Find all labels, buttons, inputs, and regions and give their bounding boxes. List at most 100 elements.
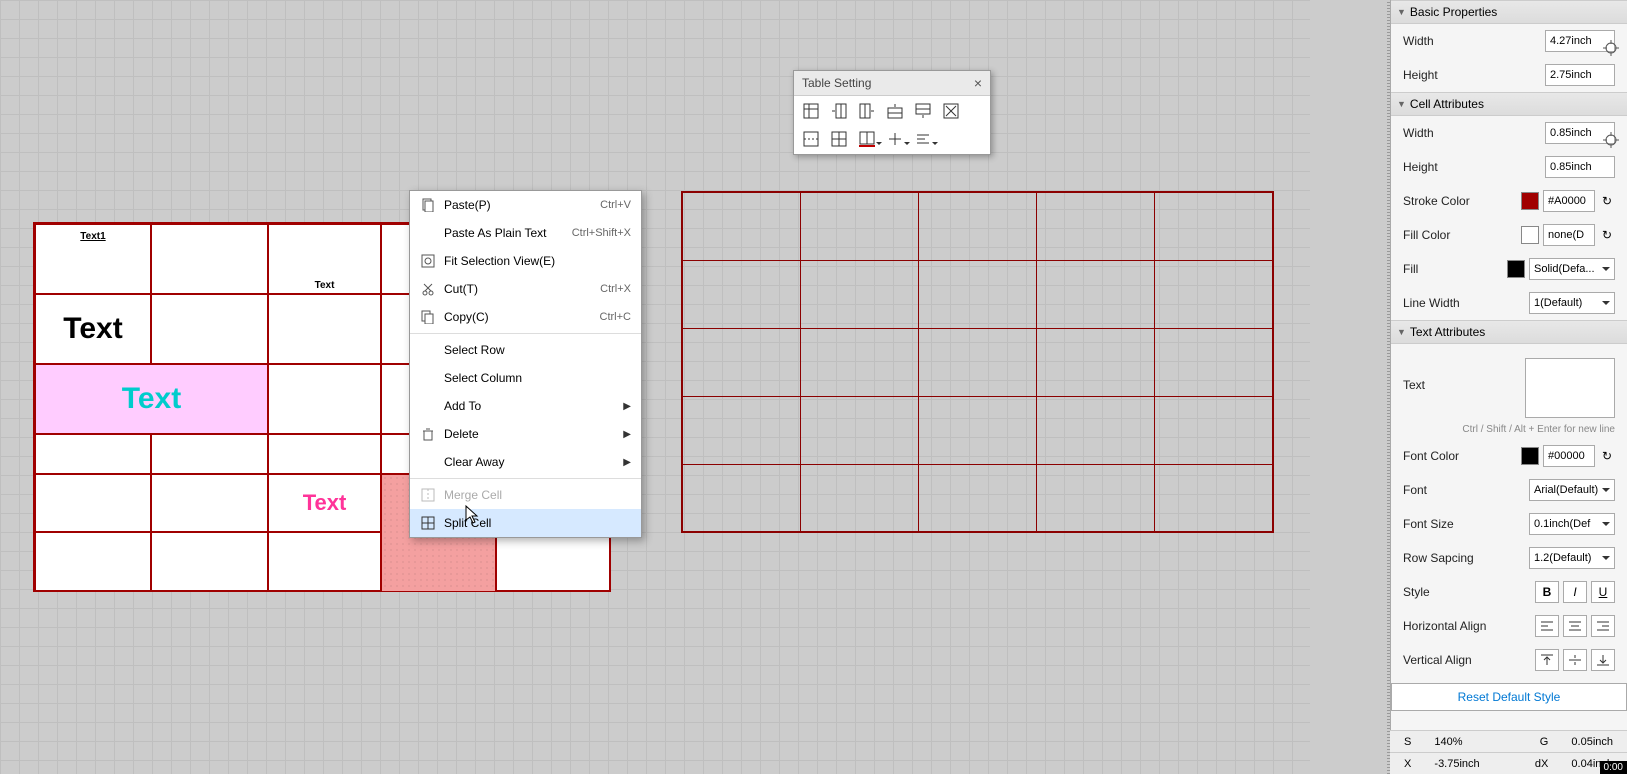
- target-icon[interactable]: [1601, 38, 1621, 58]
- font-color-input[interactable]: [1543, 445, 1595, 467]
- cell-r5c1[interactable]: [35, 474, 151, 532]
- status-row-bottom: X -3.75inch dX 0.04inch: [1390, 752, 1627, 774]
- cell-r2c1[interactable]: Text: [35, 294, 151, 364]
- refresh-icon[interactable]: ↻: [1599, 227, 1615, 243]
- collapse-icon: ▼: [1397, 327, 1406, 337]
- bold-button[interactable]: B: [1535, 581, 1559, 603]
- height-label: Height: [1403, 68, 1541, 82]
- cell-r5c2[interactable]: [151, 474, 268, 532]
- cm-copy[interactable]: Copy(C)Ctrl+C: [410, 303, 641, 331]
- properties-panel: ▼Basic Properties Width Height ▼Cell Att…: [1390, 0, 1627, 774]
- cell-r6c2[interactable]: [151, 532, 268, 592]
- cell-r5c3[interactable]: Text: [268, 474, 381, 532]
- split-icon: [420, 515, 436, 531]
- cell-r6c3[interactable]: [268, 532, 381, 592]
- cell-r3c3[interactable]: [268, 364, 381, 434]
- collapse-icon: ▼: [1397, 7, 1406, 17]
- fill-select[interactable]: Solid(Defa...: [1529, 258, 1615, 280]
- cell-attributes-header[interactable]: ▼Cell Attributes: [1391, 92, 1627, 116]
- row-spacing-select[interactable]: 1.2(Default): [1529, 547, 1615, 569]
- valign-icon[interactable]: [886, 130, 904, 148]
- basic-height-input[interactable]: [1545, 64, 1615, 86]
- cell-r1c2[interactable]: [151, 224, 268, 294]
- insert-row-above-icon[interactable]: [886, 102, 904, 120]
- halign-right-button[interactable]: [1591, 615, 1615, 637]
- cut-icon: [420, 281, 436, 297]
- cm-add-to[interactable]: Add To▶: [410, 392, 641, 420]
- cm-select-row[interactable]: Select Row: [410, 336, 641, 364]
- table-setting-body: [794, 96, 990, 154]
- border-color-icon[interactable]: [858, 130, 876, 148]
- insert-col-left-icon[interactable]: [830, 102, 848, 120]
- cell-r1c3[interactable]: Text: [268, 224, 381, 294]
- font-select[interactable]: Arial(Default): [1529, 479, 1615, 501]
- text-textarea[interactable]: [1525, 358, 1615, 418]
- time-badge: 0:00: [1600, 761, 1627, 774]
- split-cell-icon[interactable]: [830, 130, 848, 148]
- close-icon[interactable]: ×: [974, 75, 982, 91]
- trash-icon: [420, 426, 436, 442]
- chevron-right-icon: ▶: [623, 429, 631, 440]
- insert-table-icon[interactable]: [802, 102, 820, 120]
- merge-cells-icon[interactable]: [802, 130, 820, 148]
- reset-default-style-button[interactable]: Reset Default Style: [1391, 683, 1627, 711]
- halign-center-button[interactable]: [1563, 615, 1587, 637]
- cell-r2c3[interactable]: [268, 294, 381, 364]
- font-size-select[interactable]: 0.1inch(Def: [1529, 513, 1615, 535]
- merge-icon: [420, 487, 436, 503]
- cm-merge-cell: Merge Cell: [410, 481, 641, 509]
- fill-color-swatch[interactable]: [1521, 226, 1539, 244]
- cell-r2c2[interactable]: [151, 294, 268, 364]
- copy-icon: [420, 309, 436, 325]
- collapse-icon: ▼: [1397, 99, 1406, 109]
- fit-icon: [420, 253, 436, 269]
- valign-top-button[interactable]: [1535, 649, 1559, 671]
- font-color-swatch[interactable]: [1521, 447, 1539, 465]
- cm-split-cell[interactable]: Split Cell: [410, 509, 641, 537]
- cell-r4c2[interactable]: [151, 434, 268, 474]
- halign-icon[interactable]: [914, 130, 932, 148]
- cm-paste-plain[interactable]: Paste As Plain TextCtrl+Shift+X: [410, 219, 641, 247]
- line-width-select[interactable]: 1(Default): [1529, 292, 1615, 314]
- table-setting-panel[interactable]: Table Setting ×: [793, 70, 991, 155]
- status-row-top: S 140% G 0.05inch: [1390, 730, 1627, 752]
- paste-icon: [420, 197, 436, 213]
- context-menu[interactable]: Paste(P)Ctrl+V Paste As Plain TextCtrl+S…: [409, 190, 642, 538]
- delete-table-icon[interactable]: [942, 102, 960, 120]
- stroke-color-swatch[interactable]: [1521, 192, 1539, 210]
- cm-select-column[interactable]: Select Column: [410, 364, 641, 392]
- insert-col-right-icon[interactable]: [858, 102, 876, 120]
- cell-r6c1[interactable]: [35, 532, 151, 592]
- width-label: Width: [1403, 34, 1541, 48]
- cell-r1c1[interactable]: Text1: [35, 224, 151, 294]
- valign-bottom-button[interactable]: [1591, 649, 1615, 671]
- text-attributes-header[interactable]: ▼Text Attributes: [1391, 320, 1627, 344]
- basic-properties-header[interactable]: ▼Basic Properties: [1391, 0, 1627, 24]
- insert-row-below-icon[interactable]: [914, 102, 932, 120]
- valign-middle-button[interactable]: [1563, 649, 1587, 671]
- underline-button[interactable]: U: [1591, 581, 1615, 603]
- text3-label: Text: [315, 280, 335, 291]
- cell-r4c1[interactable]: [35, 434, 151, 474]
- refresh-icon[interactable]: ↻: [1599, 193, 1615, 209]
- table-setting-header[interactable]: Table Setting ×: [794, 71, 990, 96]
- cyantext-label: Text: [122, 382, 181, 416]
- right-table[interactable]: [681, 191, 1274, 533]
- textarea-hint: Ctrl / Shift / Alt + Enter for new line: [1391, 424, 1627, 439]
- refresh-icon[interactable]: ↻: [1599, 448, 1615, 464]
- cm-delete[interactable]: Delete▶: [410, 420, 641, 448]
- cm-cut[interactable]: Cut(T)Ctrl+X: [410, 275, 641, 303]
- halign-left-button[interactable]: [1535, 615, 1559, 637]
- pinktext-label: Text: [303, 490, 347, 516]
- stroke-color-input[interactable]: [1543, 190, 1595, 212]
- target-icon[interactable]: [1601, 130, 1621, 150]
- cm-clear-away[interactable]: Clear Away▶: [410, 448, 641, 476]
- cell-r3-merged[interactable]: Text: [35, 364, 268, 434]
- cell-r6c5[interactable]: [496, 532, 611, 592]
- cell-r4c3[interactable]: [268, 434, 381, 474]
- cell-height-input[interactable]: [1545, 156, 1615, 178]
- fill-color-input[interactable]: [1543, 224, 1595, 246]
- italic-button[interactable]: I: [1563, 581, 1587, 603]
- cm-paste[interactable]: Paste(P)Ctrl+V: [410, 191, 641, 219]
- cm-fit-selection[interactable]: Fit Selection View(E): [410, 247, 641, 275]
